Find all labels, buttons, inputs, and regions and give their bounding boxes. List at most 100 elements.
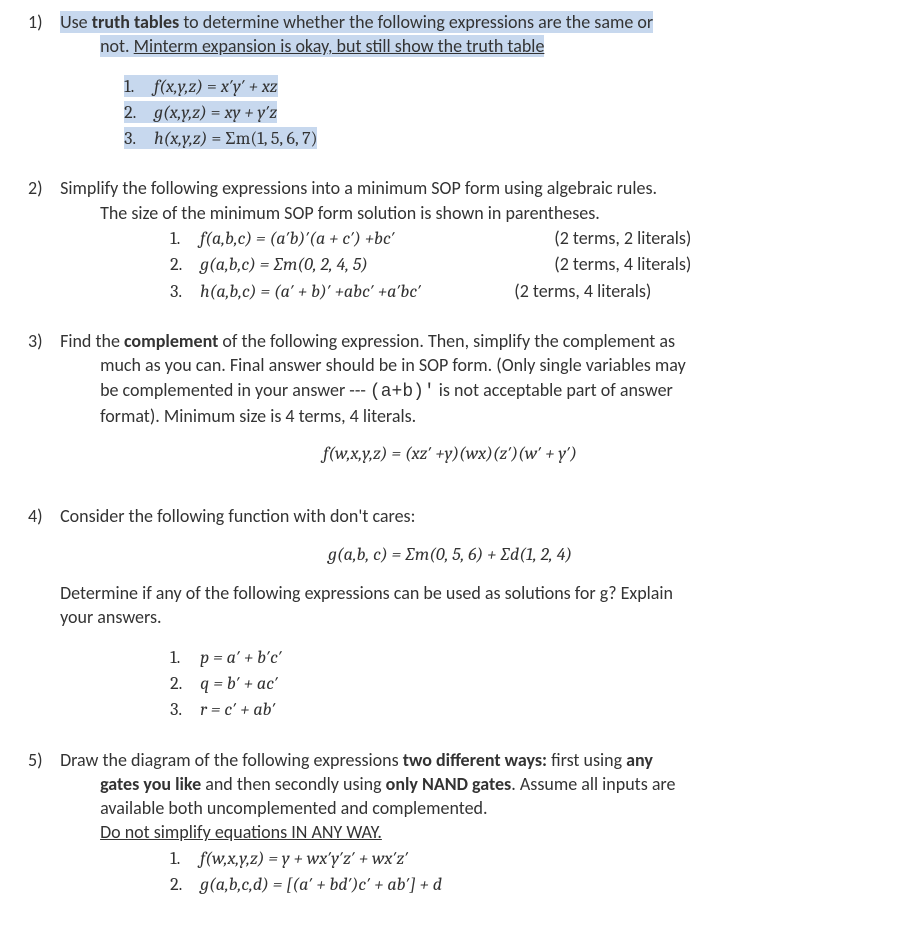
item-number: 1. (170, 847, 196, 871)
text: to determine whether the following expre… (179, 11, 653, 33)
text-line: format). Minimum size is 4 terms, 4 lite… (100, 404, 416, 428)
text-line: be complemented in your answer --- (a+b)… (100, 378, 673, 404)
text-line: your answers. (60, 606, 161, 628)
equation-item-3: 3. h(a,b,c) = (a′ + b)′ +abc′ +a′bc′ (2 … (170, 279, 880, 304)
display-equation: g(a,b, c) = ∑m(0, 5, 6) + ∑d(1, 2, 4) (20, 543, 880, 567)
problem-number: 2) (28, 176, 56, 200)
bold-phrase: truth tables (92, 11, 180, 33)
text: Use (60, 11, 92, 33)
problem-4: 4) Consider the following function with … (28, 504, 889, 723)
problem-number: 5) (28, 748, 56, 772)
problem-number: 3) (28, 329, 56, 353)
rhs: xy + y′z (225, 102, 278, 123)
code-text: (a+b)′ (370, 382, 435, 402)
highlighted-equation: 1. f(x,y,z) = x′y′ + xz (124, 75, 278, 97)
bold-phrase: two different ways: (403, 749, 547, 771)
text: first using (547, 749, 626, 771)
equation: g(a,b,c) = ∑m(0, 2, 4, 5) (200, 253, 550, 277)
bold-phrase: complement (124, 330, 218, 352)
item-number: 2. (170, 873, 196, 897)
highlighted-equation: 3. h(x,y,z) = Σm(1, 5, 6, 7) (124, 127, 317, 149)
problem-body: Consider the following function with don… (60, 504, 880, 723)
problem-5: 5) Draw the diagram of the following exp… (28, 748, 889, 899)
equation-item-2: 2. g(a,b,c) = ∑m(0, 2, 4, 5) (2 terms, 4… (170, 252, 880, 277)
equation-item-2: 2. g(x,y,z) = xy + y′z (124, 100, 880, 125)
text: be complemented in your answer --- (100, 379, 370, 401)
text-line: The size of the minimum SOP form solutio… (100, 201, 600, 225)
eq-sign: = (207, 102, 225, 123)
problem-number: 1) (28, 10, 56, 34)
bold-phrase: only NAND gates (386, 773, 512, 795)
text-line: Determine if any of the following expres… (60, 582, 673, 604)
item-number: 1. (170, 227, 196, 251)
equation: f(a,b,c) = (a′b)′(a + c′) +bc′ (200, 227, 550, 251)
highlighted-text: not. Minterm expansion is okay, but stil… (100, 35, 544, 57)
display-equation: f(w,x,y,z) = (xz′ +y)(wx)(z′)(w′ + y′) (20, 442, 880, 466)
item-number: 1. (170, 646, 196, 670)
equation: q = b′ + ac′ (200, 673, 278, 694)
equation: h(a,b,c) = (a′ + b)′ +abc′ +a′bc′ (200, 280, 510, 304)
equation-item-1: 1. f(x,y,z) = x′y′ + xz (124, 74, 880, 99)
bold-phrase: gates you like (100, 773, 201, 795)
underlined-text: Minterm expansion is okay, but still sho… (134, 35, 545, 57)
note: (2 terms, 4 literals) (514, 279, 714, 303)
equation: g(x,y,z) = xy + y′z (154, 102, 277, 123)
text: of the following expression. Then, simpl… (218, 330, 675, 352)
item-number: 2. (170, 253, 196, 277)
text: and then secondly using (201, 773, 385, 795)
highlighted-equation: 2. g(x,y,z) = xy + y′z (124, 101, 277, 123)
eq-sign: = (203, 76, 221, 97)
note: (2 terms, 2 literals) (554, 226, 754, 250)
equation: p = a′ + b′c′ (200, 647, 282, 668)
text: . Assume all inputs are (511, 773, 675, 795)
text-line: available both uncomplemented and comple… (100, 796, 487, 820)
text-line: Simplify the following expressions into … (60, 177, 657, 199)
line: not. Minterm expansion is okay, but stil… (100, 35, 544, 57)
problem-2: 2) Simplify the following expressions in… (28, 176, 889, 304)
problem-number: 4) (28, 504, 56, 528)
equation-item-1: 1. f(a,b,c) = (a′b)′(a + c′) +bc′ (2 ter… (170, 226, 880, 251)
underlined-text: Do not simplify equations IN ANY WAY. (100, 820, 382, 844)
eq-sign: = (207, 128, 225, 149)
item-number: 1. (124, 75, 150, 99)
problem-body: Find the complement of the following exp… (60, 329, 880, 480)
equation-list: 1. f(x,y,z) = x′y′ + xz 2. g(x,y,z) = xy… (124, 74, 880, 152)
equation-item-3: 3. r = c′ + ab′ (170, 697, 880, 722)
equation: h(x,y,z) = Σm(1, 5, 6, 7) (154, 128, 317, 149)
item-number: 3. (170, 280, 196, 304)
text-line: gates you like and then secondly using o… (100, 772, 675, 796)
lhs: h(x,y,z) (154, 128, 207, 149)
equation-list: 1. f(w,x,y,z) = y + wx′y′z′ + wx′z′ 2. g… (170, 846, 880, 898)
problem-3: 3) Find the complement of the following … (28, 329, 889, 480)
equation: f(x,y,z) = x′y′ + xz (154, 76, 277, 97)
problem-body: Use truth tables to determine whether th… (60, 10, 880, 152)
equation-item-2: 2. q = b′ + ac′ (170, 671, 880, 696)
bold-phrase: any (626, 749, 653, 771)
text: Find the (60, 330, 124, 352)
equation: f(w,x,y,z) = y + wx′y′z′ + wx′z′ (200, 848, 408, 869)
lhs: g(x,y,z) (154, 102, 207, 123)
note: (2 terms, 4 literals) (554, 252, 754, 276)
text: Draw the diagram of the following expres… (60, 749, 403, 771)
text-line: Consider the following function with don… (60, 505, 415, 527)
item-number: 2. (170, 672, 196, 696)
problem-1: 1) Use truth tables to determine whether… (28, 10, 889, 152)
item-number: 3. (124, 127, 150, 151)
equation-item-1: 1. f(w,x,y,z) = y + wx′y′z′ + wx′z′ (170, 846, 880, 871)
highlighted-line: Use truth tables to determine whether th… (60, 11, 653, 33)
equation-item-2: 2. g(a,b,c,d) = [(a′ + bd′)c′ + ab′] + d (170, 872, 880, 897)
text: is not acceptable part of answer (435, 379, 673, 401)
item-number: 2. (124, 101, 150, 125)
equation-list: 1. f(a,b,c) = (a′b)′(a + c′) +bc′ (2 ter… (170, 226, 880, 304)
item-number: 3. (170, 698, 196, 722)
text-line: much as you can. Final answer should be … (100, 353, 686, 377)
rhs: Σm(1, 5, 6, 7) (225, 128, 317, 149)
problem-body: Simplify the following expressions into … (60, 176, 880, 304)
text: not. (100, 35, 134, 57)
rhs: x′y′ + xz (221, 76, 278, 97)
equation: g(a,b,c,d) = [(a′ + bd′)c′ + ab′] + d (200, 874, 442, 895)
equation-list: 1. p = a′ + b′c′ 2. q = b′ + ac′ 3. r = … (170, 645, 880, 723)
equation: r = c′ + ab′ (200, 699, 275, 720)
lhs: f(x,y,z) (154, 76, 203, 97)
problem-body: Draw the diagram of the following expres… (60, 748, 880, 899)
